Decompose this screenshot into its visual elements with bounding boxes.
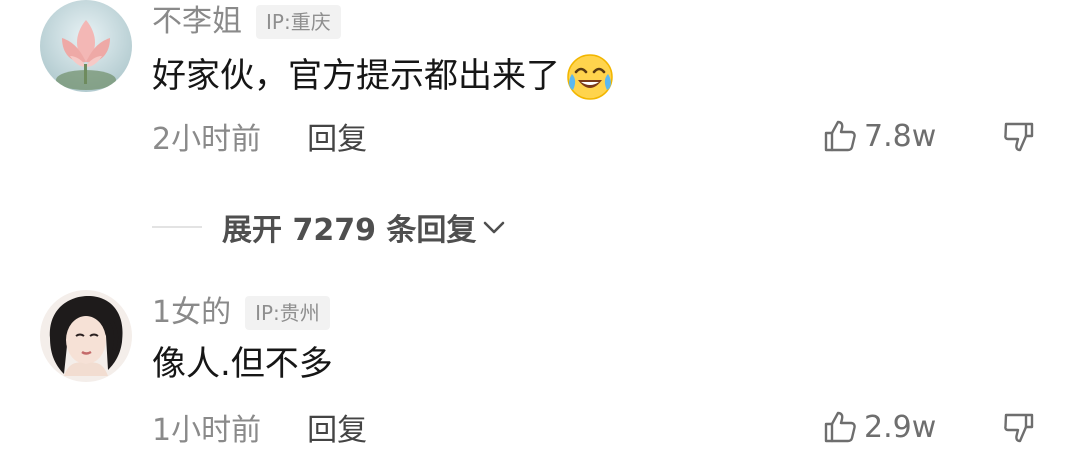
thumbs-up-icon	[824, 411, 856, 443]
avatar[interactable]	[40, 290, 132, 382]
crying-laughing-emoji-icon	[567, 54, 613, 100]
comment-item: 1女的 IP:贵州 像人.但不多 1小时前 回复 2.9w	[0, 285, 1080, 471]
comment-text-content: 像人.但不多	[152, 344, 333, 384]
comment-text-content: 好家伙，官方提示都出来了	[152, 56, 560, 96]
lotus-avatar-image	[40, 0, 132, 92]
username[interactable]: 1女的	[152, 293, 231, 333]
comment-meta: 1小时前 回复	[152, 405, 367, 449]
comment-meta: 2小时前 回复	[152, 114, 367, 158]
comment-text: 好家伙，官方提示都出来了	[152, 50, 616, 102]
comment-header: 1女的 IP:贵州	[152, 293, 330, 333]
ip-location-badge: IP:贵州	[245, 296, 330, 330]
timestamp: 1小时前	[152, 413, 262, 448]
timestamp: 2小时前	[152, 122, 262, 157]
expand-replies-button[interactable]: 展开 7279 条回复	[152, 205, 508, 249]
reply-button[interactable]: 回复	[307, 405, 367, 449]
reply-button[interactable]: 回复	[307, 114, 367, 158]
expand-replies-label: 展开 7279 条回复	[222, 213, 477, 248]
comment-header: 不李姐 IP:重庆	[152, 2, 341, 42]
ip-location-badge: IP:重庆	[256, 5, 341, 39]
like-button[interactable]: 2.9w	[822, 405, 936, 449]
portrait-avatar-image	[40, 290, 132, 382]
like-button[interactable]: 7.8w	[822, 114, 936, 158]
avatar[interactable]	[40, 0, 132, 92]
username[interactable]: 不李姐	[152, 2, 242, 42]
like-count: 2.9w	[864, 409, 937, 445]
thumbs-up-icon	[824, 120, 856, 152]
comment-item: 不李姐 IP:重庆 好家伙，官方提示都出来了 2小时前 回复 7.8w	[0, 0, 1080, 200]
like-count: 7.8w	[864, 118, 937, 154]
thumbs-down-icon[interactable]	[1000, 118, 1038, 156]
thumbs-down-icon[interactable]	[1000, 409, 1038, 447]
expand-divider	[152, 226, 202, 228]
comment-text: 像人.但不多	[152, 341, 333, 387]
chevron-down-icon	[484, 221, 505, 234]
